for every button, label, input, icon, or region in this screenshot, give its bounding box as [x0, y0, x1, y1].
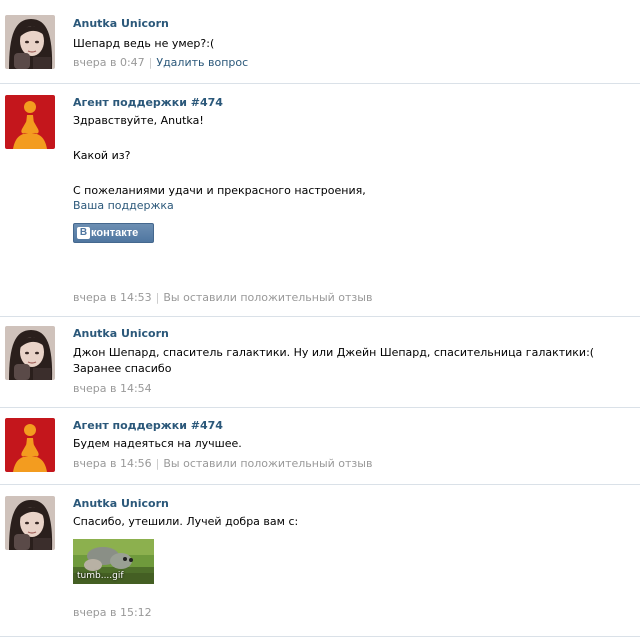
user-avatar-icon[interactable] — [5, 15, 55, 69]
message-meta: вчера в 0:47 | Удалить вопрос — [73, 56, 248, 69]
message-time[interactable]: вчера в 0:47 — [73, 56, 145, 69]
gif-attachment[interactable]: tumb....gif — [73, 539, 154, 584]
message-text: Спасибо, утешили. Лучей добра вам с: — [73, 515, 299, 528]
meta-separator: | — [148, 56, 153, 69]
author-name[interactable]: Anutka Unicorn — [73, 497, 169, 510]
message-time[interactable]: вчера в 14:54 — [73, 382, 152, 395]
message-item: Anutka Unicorn Джон Шепард, спаситель га… — [0, 326, 640, 408]
vk-badge-label: контакте — [91, 227, 139, 239]
feedback-status: Вы оставили положительный отзыв — [163, 457, 373, 470]
vk-logo-icon: В — [77, 227, 90, 239]
message-meta: вчера в 14:53 | Вы оставили положительный … — [73, 291, 372, 304]
meta-separator: | — [155, 457, 160, 470]
message-divider — [0, 484, 640, 485]
delete-question-link[interactable]: Удалить вопрос — [156, 56, 248, 69]
message-text: Здравствуйте, Anutka! — [73, 114, 204, 127]
user-avatar-icon[interactable] — [5, 496, 55, 550]
message-item: Агент поддержки #474 Будем надеяться на … — [0, 418, 640, 485]
message-text: Какой из? — [73, 149, 131, 162]
message-meta: вчера в 15:12 — [73, 606, 152, 619]
message-text: Будем надеяться на лучшее. — [73, 437, 242, 450]
message-divider — [0, 407, 640, 408]
message-text: Шепард ведь не умер?:( — [73, 37, 215, 50]
author-name[interactable]: Агент поддержки #474 — [73, 96, 223, 109]
user-avatar-icon[interactable] — [5, 326, 55, 380]
message-divider — [0, 83, 640, 84]
author-name[interactable]: Агент поддержки #474 — [73, 419, 223, 432]
author-name[interactable]: Anutka Unicorn — [73, 17, 169, 30]
message-divider — [0, 316, 640, 317]
message-item: Anutka Unicorn Спасибо, утешили. Лучей д… — [0, 496, 640, 637]
message-divider — [0, 636, 640, 637]
message-text: Заранее спасибо — [73, 362, 172, 375]
message-time[interactable]: вчера в 14:56 — [73, 457, 152, 470]
gif-filename: tumb....gif — [77, 571, 124, 581]
message-item: Anutka Unicorn Шепард ведь не умер?:( вч… — [0, 15, 640, 84]
feedback-status: Вы оставили положительный отзыв — [163, 291, 373, 304]
message-item: Агент поддержки #474 Здравствуйте, Anutk… — [0, 95, 640, 317]
message-text: Джон Шепард, спаситель галактики. Ну или… — [73, 346, 595, 359]
support-agent-avatar-icon[interactable] — [5, 95, 55, 149]
meta-separator: | — [155, 291, 160, 304]
message-time[interactable]: вчера в 14:53 — [73, 291, 152, 304]
message-text: С пожеланиями удачи и прекрасного настро… — [73, 184, 366, 197]
support-thread: Anutka Unicorn Шепард ведь не умер?:( вч… — [0, 0, 640, 640]
vkontakte-badge[interactable]: Вконтакте — [73, 223, 154, 243]
support-agent-avatar-icon[interactable] — [5, 418, 55, 472]
message-meta: вчера в 14:54 — [73, 382, 152, 395]
author-name[interactable]: Anutka Unicorn — [73, 327, 169, 340]
message-meta: вчера в 14:56 | Вы оставили положительный … — [73, 457, 372, 470]
message-time[interactable]: вчера в 15:12 — [73, 606, 152, 619]
support-signature-link[interactable]: Ваша поддержка — [73, 199, 174, 212]
